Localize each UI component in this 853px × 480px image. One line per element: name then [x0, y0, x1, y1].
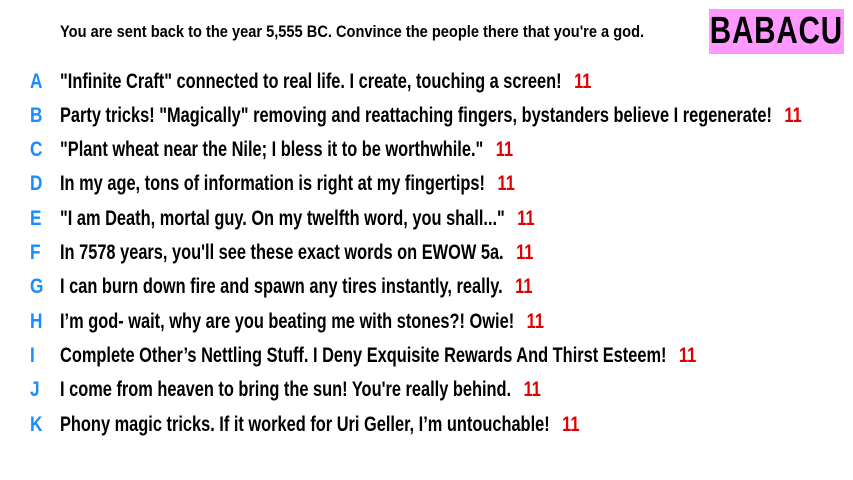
response-letter: A: [30, 70, 43, 93]
response-score: 11: [515, 275, 533, 298]
response-row-h: H I’m god- wait, why are you beating me …: [0, 310, 853, 340]
response-score: 11: [678, 344, 697, 367]
response-row-e: E "I am Death, mortal guy. On my twelfth…: [0, 207, 853, 237]
response-letter: B: [30, 104, 43, 127]
response-score: 11: [495, 138, 514, 161]
response-row-k: K Phony magic tricks. If it worked for U…: [0, 413, 853, 443]
response-letter: F: [30, 241, 41, 264]
response-text: Phony magic tricks. If it worked for Uri…: [60, 413, 579, 437]
response-letter: C: [30, 138, 43, 161]
response-body: "I am Death, mortal guy. On my twelfth w…: [60, 207, 505, 230]
response-row-b: B Party tricks! "Magically" removing and…: [0, 104, 853, 134]
response-letter: D: [30, 172, 43, 195]
response-row-c: C "Plant wheat near the Nile; I bless it…: [0, 138, 853, 168]
response-score: 11: [523, 378, 541, 401]
response-text: "Plant wheat near the Nile; I bless it t…: [60, 138, 513, 162]
response-text: In 7578 years, you'll see these exact wo…: [60, 241, 533, 265]
response-row-d: D In my age, tons of information is righ…: [0, 172, 853, 202]
response-body: I’m god- wait, why are you beating me wi…: [60, 310, 515, 333]
prompt-text: You are sent back to the year 5,555 BC. …: [60, 22, 645, 41]
response-score: 11: [784, 104, 802, 127]
response-body: In 7578 years, you'll see these exact wo…: [60, 241, 504, 264]
response-body: "Plant wheat near the Nile; I bless it t…: [60, 138, 484, 161]
response-body: Party tricks! "Magically" removing and r…: [60, 104, 772, 127]
response-body: "Infinite Craft" connected to real life.…: [60, 70, 562, 93]
response-score: 11: [517, 207, 535, 230]
babacu-badge: BABACU: [709, 9, 844, 54]
response-text: In my age, tons of information is right …: [60, 172, 515, 196]
response-text: I can burn down fire and spawn any tires…: [60, 275, 532, 299]
response-row-i: I Complete Other’s Nettling Stuff. I Den…: [0, 344, 853, 374]
badge-label: BABACU: [709, 10, 844, 52]
response-text: "I am Death, mortal guy. On my twelfth w…: [60, 207, 535, 231]
response-text: I’m god- wait, why are you beating me wi…: [60, 310, 544, 334]
response-score: 11: [562, 413, 580, 436]
response-body: I come from heaven to bring the sun! You…: [60, 378, 512, 401]
response-body: Complete Other’s Nettling Stuff. I Deny …: [60, 344, 667, 367]
response-letter: K: [30, 413, 43, 436]
response-score: 11: [516, 241, 534, 264]
response-row-f: F In 7578 years, you'll see these exact …: [0, 241, 853, 271]
response-body: I can burn down fire and spawn any tires…: [60, 275, 503, 298]
response-text: I come from heaven to bring the sun! You…: [60, 378, 541, 402]
response-score: 11: [574, 70, 592, 93]
response-letter: J: [30, 378, 40, 401]
response-row-j: J I come from heaven to bring the sun! Y…: [0, 378, 853, 408]
response-letter: I: [30, 344, 35, 367]
response-text: Party tricks! "Magically" removing and r…: [60, 104, 802, 128]
response-score: 11: [497, 172, 515, 195]
response-letter: H: [30, 310, 43, 333]
response-body: In my age, tons of information is right …: [60, 172, 486, 195]
response-row-a: A "Infinite Craft" connected to real lif…: [0, 70, 853, 100]
response-score: 11: [526, 310, 544, 333]
response-text: Complete Other’s Nettling Stuff. I Deny …: [60, 344, 696, 368]
response-letter: G: [30, 275, 44, 298]
response-body: Phony magic tricks. If it worked for Uri…: [60, 413, 550, 436]
response-row-g: G I can burn down fire and spawn any tir…: [0, 275, 853, 305]
response-letter: E: [30, 207, 42, 230]
response-text: "Infinite Craft" connected to real life.…: [60, 70, 591, 94]
